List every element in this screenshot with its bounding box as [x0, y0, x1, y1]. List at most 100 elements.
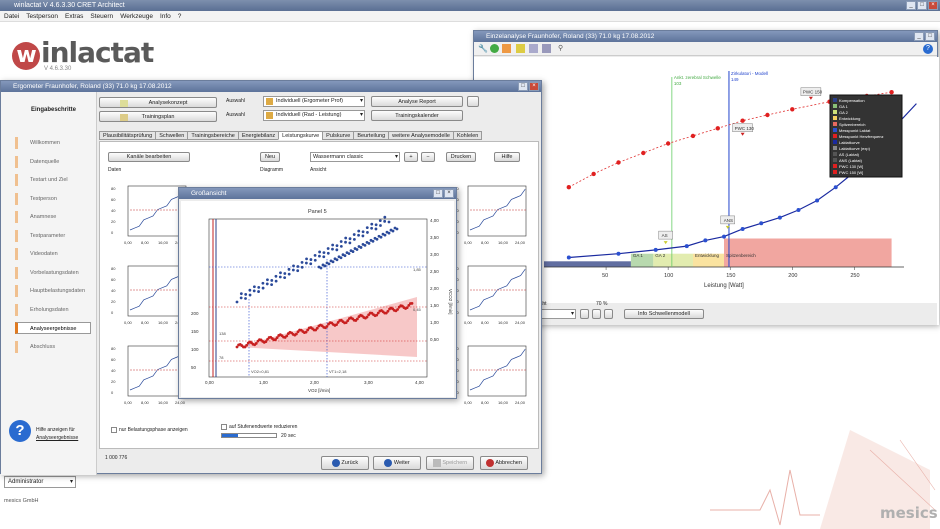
- help-link[interactable]: Analyseergebnisse: [36, 435, 78, 441]
- lock-icon[interactable]: [516, 44, 525, 53]
- sidebar-item-2[interactable]: Testart und Ziel: [15, 174, 91, 186]
- x-tick-label-0: 50: [602, 273, 608, 279]
- vco2-point: [367, 241, 371, 245]
- sidebar-item-7[interactable]: Vorbelastungsdaten: [15, 266, 91, 279]
- view-label: Ansicht: [310, 167, 327, 173]
- pin-icon[interactable]: ⚲: [558, 44, 563, 52]
- view-select[interactable]: Wassermann classic ▾: [310, 152, 400, 162]
- tab-1[interactable]: Schwellen: [155, 131, 189, 140]
- close-button[interactable]: ×: [928, 1, 938, 10]
- analysis-min-button[interactable]: _: [914, 32, 924, 41]
- analysis-concept-button[interactable]: Analysekonzept: [99, 97, 217, 108]
- main-close-button[interactable]: ×: [529, 82, 539, 91]
- help-button[interactable]: Hilfe: [494, 152, 520, 162]
- sidebar: Eingabeschritte Willkommen Datenquelle Tes…: [1, 92, 97, 475]
- vco2-point: [305, 257, 308, 261]
- sidebar-item-5[interactable]: Testparameter: [15, 229, 91, 242]
- lactate-point: [796, 208, 801, 212]
- info-threshold-model-button[interactable]: Info Schwellenmodell: [624, 309, 704, 319]
- refresh-icon[interactable]: [490, 44, 499, 53]
- mini-chart-tick: 80: [111, 266, 116, 271]
- training-plan-button[interactable]: Trainingsplan: [99, 111, 217, 122]
- print-icon[interactable]: [529, 44, 538, 53]
- sidebar-item-10[interactable]: Analyseergebnisse: [15, 322, 91, 334]
- hr-point: [315, 326, 319, 330]
- settings-icon[interactable]: [542, 44, 551, 53]
- tab-6[interactable]: Beurteilung: [353, 131, 390, 140]
- tab-8[interactable]: Kohlelen: [452, 131, 483, 140]
- vco2-point: [357, 229, 361, 233]
- zirk-value: 149: [731, 77, 739, 82]
- vco2-point: [309, 258, 313, 261]
- sidebar-item-9[interactable]: Erholungsdaten: [15, 303, 91, 316]
- save-icon: [432, 458, 441, 467]
- tab-0[interactable]: Plausibilitätsprüfung: [99, 131, 157, 140]
- tab-7[interactable]: weitere Analysemodelle: [388, 131, 454, 140]
- sidebar-item-8[interactable]: Hauptbelastungsdaten: [15, 285, 91, 297]
- lactate-point: [815, 198, 820, 203]
- vco2-point: [352, 233, 356, 236]
- zoom-close-button[interactable]: ×: [444, 189, 454, 198]
- belastung-checkbox[interactable]: [111, 427, 117, 433]
- stufen-checkbox[interactable]: [221, 424, 227, 430]
- back-button[interactable]: Zurück: [321, 456, 369, 470]
- zoom-window-title: Großansicht: [191, 190, 227, 197]
- help-icon[interactable]: ?: [9, 420, 31, 442]
- print-button[interactable]: Drucken: [446, 152, 476, 162]
- edit-icon[interactable]: [502, 44, 511, 53]
- sidebar-item-4[interactable]: Anamnese: [15, 211, 91, 223]
- menu-item-6[interactable]: ?: [178, 11, 182, 21]
- main-max-button[interactable]: □: [518, 82, 528, 91]
- selection-dropdown-1[interactable]: Individuell (Ergometer Prof) ▾: [263, 96, 365, 107]
- analysis-report-button[interactable]: Analyse Report: [371, 96, 463, 107]
- minimize-button[interactable]: _: [906, 1, 916, 10]
- zoom-max-button[interactable]: □: [433, 189, 443, 198]
- tab-4[interactable]: Leistungskurve: [278, 131, 324, 140]
- vco2-point: [365, 226, 369, 229]
- report-extra-button[interactable]: [467, 96, 479, 107]
- tab-2[interactable]: Trainingsbereiche: [187, 131, 239, 140]
- edit-channels-button[interactable]: Kanäle bearbeiten: [108, 152, 190, 162]
- next-label: Weiter: [393, 460, 410, 466]
- analysis-step-left-button[interactable]: [580, 309, 589, 319]
- analysis-max-button[interactable]: □: [925, 32, 935, 41]
- menu-item-2[interactable]: Extras: [65, 11, 83, 21]
- user-select[interactable]: Administrator ▾: [4, 476, 76, 488]
- sidebar-item-1[interactable]: Datenquelle: [15, 155, 91, 168]
- vco2-point: [344, 240, 347, 244]
- save-button[interactable]: Speichern: [426, 456, 474, 470]
- vco2-point: [331, 247, 334, 251]
- x-tick-label-2: 150: [726, 273, 735, 279]
- analysis-step-mid-button[interactable]: [592, 309, 601, 319]
- menu-item-5[interactable]: Info: [160, 11, 171, 21]
- sidebar-item-3[interactable]: Testperson: [15, 192, 91, 205]
- training-calendar-button[interactable]: Trainingskalender: [371, 110, 463, 121]
- vco2-point: [257, 286, 261, 289]
- analysis-step-right-button[interactable]: [604, 309, 613, 319]
- new-button[interactable]: Neu: [260, 152, 280, 162]
- tab-3[interactable]: Energiebilanz: [237, 131, 280, 140]
- selection-dropdown-2[interactable]: Individuell (Rad - Leistung) ▾: [263, 110, 365, 121]
- progress-bar[interactable]: [221, 433, 277, 438]
- cancel-button[interactable]: Abbrechen: [480, 456, 528, 470]
- vco2-point: [351, 250, 355, 253]
- menu-item-4[interactable]: Werkzeuge: [120, 11, 153, 21]
- maximize-button[interactable]: □: [917, 1, 927, 10]
- add-button[interactable]: +: [404, 152, 418, 162]
- menu-item-0[interactable]: Datei: [4, 11, 19, 21]
- menu-item-3[interactable]: Steuern: [90, 11, 113, 21]
- sidebar-item-11[interactable]: Abschluss: [15, 340, 91, 353]
- cancel-icon: [486, 458, 495, 467]
- wrench-icon[interactable]: 🔧: [478, 44, 488, 53]
- next-button[interactable]: Weiter: [373, 456, 421, 470]
- help-icon[interactable]: ?: [923, 44, 933, 54]
- aerobic-threshold-value: 103: [674, 81, 682, 86]
- sidebar-item-6[interactable]: Videodaten: [15, 248, 91, 260]
- sidebar-item-0[interactable]: Willkommen: [15, 137, 91, 149]
- zoom-annotation-4: 0,45: [413, 307, 422, 312]
- legend-swatch: [833, 104, 837, 108]
- menu-item-1[interactable]: Testperson: [26, 11, 58, 21]
- tab-5[interactable]: Pulskurve: [322, 131, 355, 140]
- remove-button[interactable]: −: [421, 152, 435, 162]
- vco2-point: [300, 265, 304, 269]
